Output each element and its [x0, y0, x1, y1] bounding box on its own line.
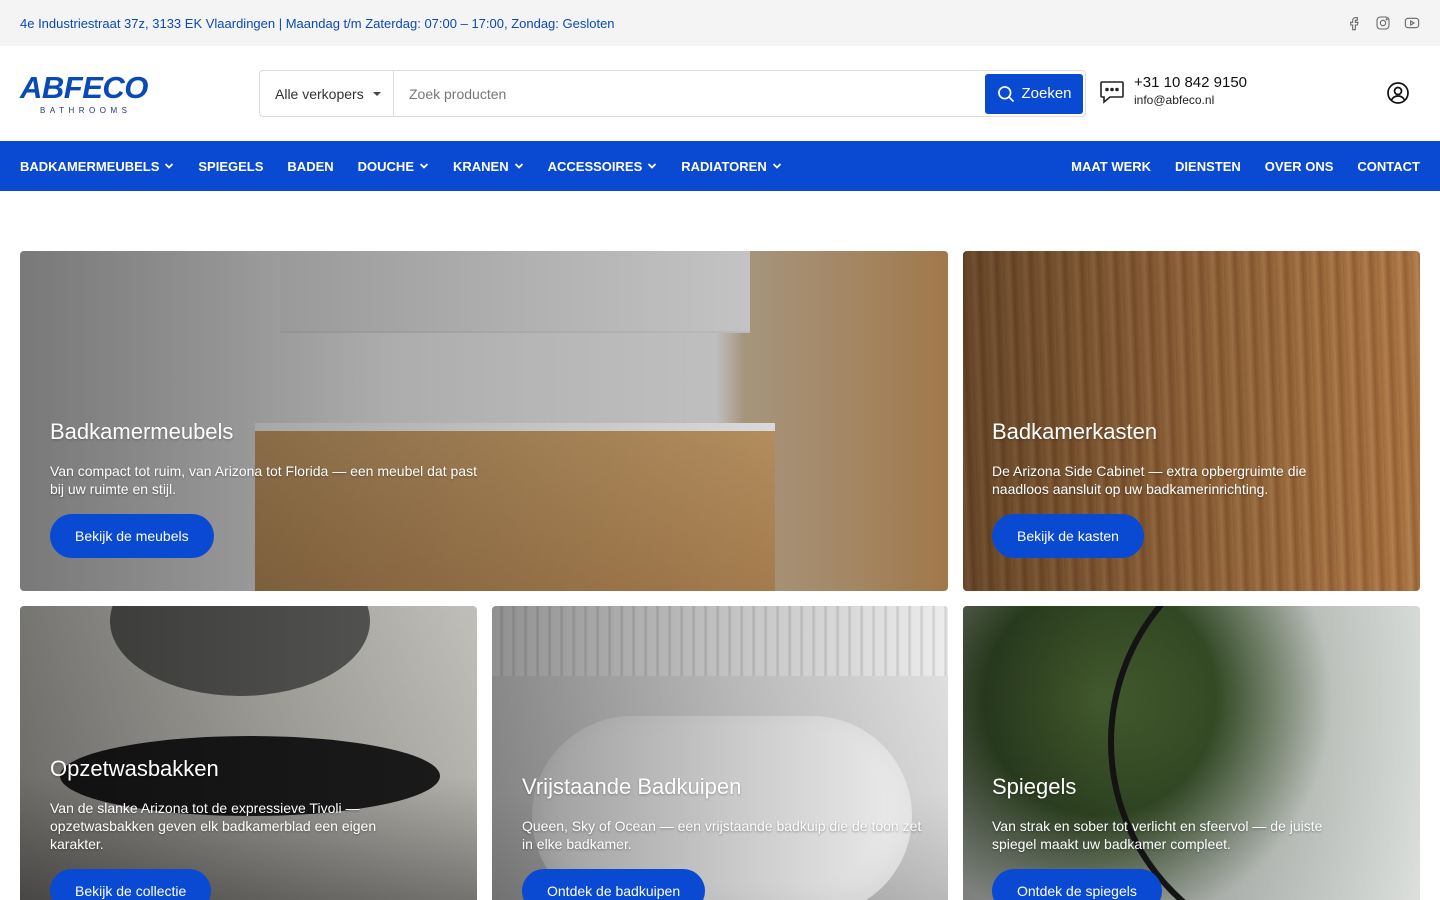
search-button-label: Zoeken: [1021, 85, 1072, 102]
nav-item-over-ons[interactable]: OVER ONS: [1265, 159, 1334, 174]
search-bar: Alle verkopers Zoeken: [259, 70, 1086, 117]
bekijk-collectie-button[interactable]: Bekijk de collectie: [50, 869, 212, 900]
card-text: Van strak en sober tot verlicht en sfeer…: [992, 818, 1323, 852]
facebook-icon[interactable]: [1346, 15, 1362, 31]
card-title: Spiegels: [992, 774, 1077, 799]
card-text: Queen, Sky of Ocean — een vrijstaande ba…: [522, 818, 922, 852]
abfeco-logo[interactable]: ABFECO BATHROOMS: [20, 69, 160, 119]
vendor-select[interactable]: Alle verkopers: [260, 71, 394, 116]
main-navigation: BADKAMERMEUBELS SPIEGELS BADEN DOUCHE KR…: [0, 141, 1440, 191]
nav-item-spiegels[interactable]: SPIEGELS: [198, 159, 263, 174]
bekijk-meubels-button[interactable]: Bekijk de meubels: [50, 514, 214, 558]
top-info-bar: 4e Industriestraat 37z, 3133 EK Vlaardin…: [0, 0, 1440, 46]
nav-right: MAAT WERK DIENSTEN OVER ONS CONTACT: [1071, 159, 1420, 174]
chevron-down-icon: [772, 163, 781, 169]
nav-item-accessoires[interactable]: ACCESSOIRES: [548, 159, 658, 174]
logo-wordmark: ABFECO: [20, 69, 148, 105]
logo-tagline: BATHROOMS: [40, 105, 132, 115]
card-text: Van compact tot ruim, van Arizona tot Fl…: [50, 463, 477, 497]
youtube-icon[interactable]: [1404, 15, 1420, 31]
chevron-down-icon: [648, 163, 657, 169]
category-card-opzetwasbakken[interactable]: Opzetwasbakken Van de slanke Arizona tot…: [20, 606, 477, 900]
category-card-spiegels[interactable]: Spiegels Van strak en sober tot verlicht…: [963, 606, 1420, 900]
vendor-select-label: Alle verkopers: [275, 85, 364, 102]
card-text: De Arizona Side Cabinet — extra opbergru…: [992, 463, 1307, 497]
nav-item-baden[interactable]: BADEN: [287, 159, 333, 174]
account-icon[interactable]: [1386, 81, 1410, 105]
card-title: Badkamerkasten: [992, 419, 1158, 444]
chevron-down-icon: [165, 163, 174, 169]
contact-info: +31 10 842 9150 info@abfeco.nl: [1098, 74, 1247, 107]
nav-item-diensten[interactable]: DIENSTEN: [1175, 159, 1241, 174]
instagram-icon[interactable]: [1375, 15, 1391, 31]
chevron-down-icon: [419, 163, 429, 169]
phone-link[interactable]: +31 10 842 9150: [1134, 74, 1247, 91]
nav-item-maat-werk[interactable]: MAAT WERK: [1071, 159, 1151, 174]
search-button[interactable]: Zoeken: [985, 73, 1083, 114]
social-links: [1346, 15, 1420, 31]
ontdek-spiegels-button[interactable]: Ontdek de spiegels: [992, 869, 1162, 900]
chevron-down-icon: [514, 163, 523, 169]
site-header: ABFECO BATHROOMS Alle verkopers Zoeken +…: [0, 46, 1440, 141]
nav-item-douche[interactable]: DOUCHE: [358, 159, 429, 174]
nav-item-kranen[interactable]: KRANEN: [453, 159, 524, 174]
category-card-badkamermeubels[interactable]: Badkamermeubels Van compact tot ruim, va…: [20, 251, 948, 591]
caret-down-icon: [372, 91, 381, 96]
nav-left: BADKAMERMEUBELS SPIEGELS BADEN DOUCHE KR…: [20, 159, 782, 174]
nav-item-badkamermeubels[interactable]: BADKAMERMEUBELS: [20, 159, 174, 174]
chat-icon: [1098, 77, 1126, 105]
category-card-badkamerkasten[interactable]: Badkamerkasten De Arizona Side Cabinet —…: [963, 251, 1420, 591]
card-title: Opzetwasbakken: [50, 756, 219, 781]
category-card-vrijstaande-badkuipen[interactable]: Vrijstaande Badkuipen Queen, Sky of Ocea…: [492, 606, 948, 900]
card-title: Vrijstaande Badkuipen: [522, 774, 742, 799]
ontdek-badkuipen-button[interactable]: Ontdek de badkuipen: [522, 869, 706, 900]
email-link[interactable]: info@abfeco.nl: [1134, 93, 1247, 107]
search-input[interactable]: [394, 71, 985, 116]
card-text: Van de slanke Arizona tot de expressieve…: [50, 800, 377, 852]
bekijk-kasten-button[interactable]: Bekijk de kasten: [992, 514, 1144, 558]
store-address-hours: 4e Industriestraat 37z, 3133 EK Vlaardin…: [20, 15, 615, 31]
search-icon: [998, 85, 1015, 102]
card-title: Badkamermeubels: [50, 419, 234, 444]
nav-item-contact[interactable]: CONTACT: [1357, 159, 1420, 174]
nav-item-radiatoren[interactable]: RADIATOREN: [681, 159, 781, 174]
